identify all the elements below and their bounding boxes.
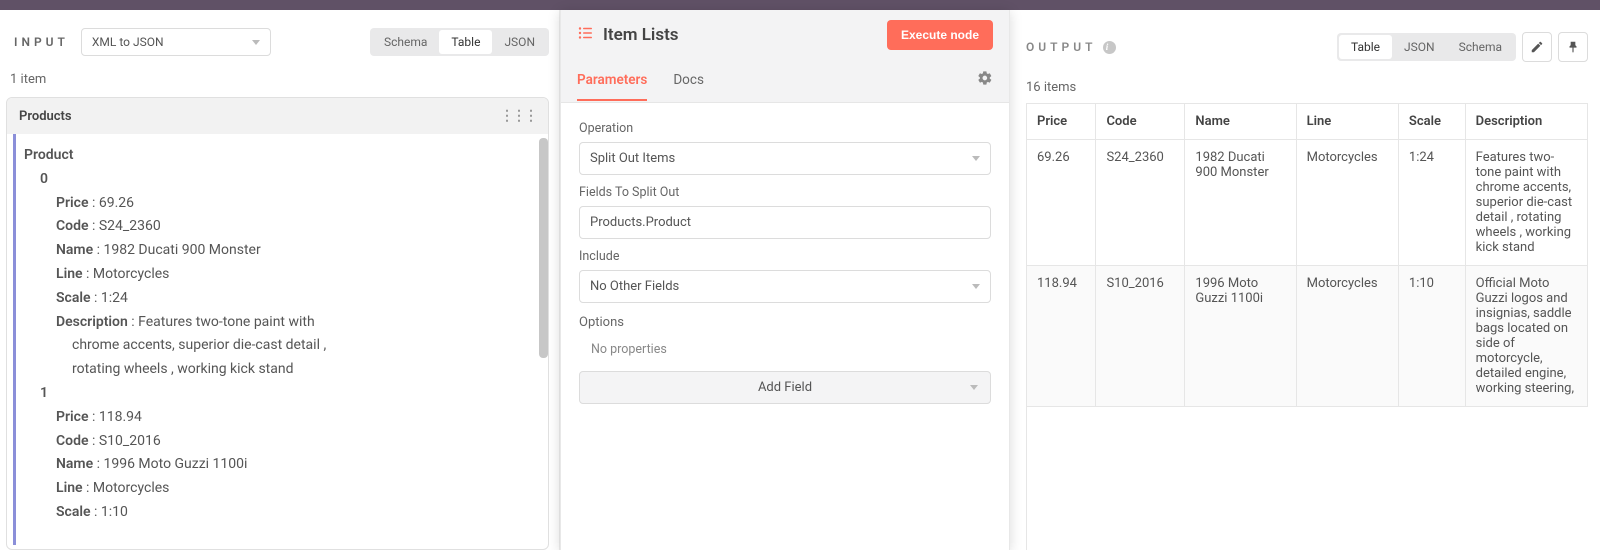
input-item-count: 1 item <box>6 68 549 93</box>
operation-label: Operation <box>579 121 991 136</box>
tree-index: 0 <box>40 171 48 187</box>
fields-split-label: Fields To Split Out <box>579 185 991 200</box>
cell-name: 1982 Ducati 900 Monster <box>1185 140 1296 266</box>
execute-node-button[interactable]: Execute node <box>887 20 993 50</box>
tree-val: 1996 Moto Guzzi 1100i <box>103 456 247 472</box>
fields-split-input[interactable]: Products.Product <box>579 206 991 239</box>
app-chrome <box>0 0 1600 10</box>
include-value: No Other Fields <box>590 279 679 294</box>
edit-button[interactable] <box>1522 32 1552 62</box>
operation-select[interactable]: Split Out Items <box>579 142 991 175</box>
add-field-button[interactable]: Add Field <box>579 371 991 404</box>
cell-scale: 1:24 <box>1398 140 1465 266</box>
input-root-label: Products <box>19 109 72 124</box>
fields-split-value: Products.Product <box>590 215 691 230</box>
tree-val: S10_2016 <box>99 433 161 449</box>
node-title: Item Lists <box>603 25 679 45</box>
tab-docs[interactable]: Docs <box>673 62 704 100</box>
table-row[interactable]: 118.94 S10_2016 1996 Moto Guzzi 1100i Mo… <box>1027 266 1588 407</box>
table-header-row: Price Code Name Line Scale Description <box>1027 104 1588 140</box>
cell-name: 1996 Moto Guzzi 1100i <box>1185 266 1296 407</box>
tree-val: 1982 Ducati 900 Monster <box>103 242 260 258</box>
cell-description: Features two-tone paint with chrome acce… <box>1465 140 1587 266</box>
output-title: OUTPUT <box>1026 40 1097 54</box>
operation-value: Split Out Items <box>590 151 675 166</box>
cell-scale: 1:10 <box>1398 266 1465 407</box>
cell-line: Motorcycles <box>1296 140 1398 266</box>
scrollbar[interactable] <box>539 138 548 358</box>
tree-val: Motorcycles <box>93 266 170 282</box>
options-label: Options <box>579 315 991 330</box>
col-description[interactable]: Description <box>1465 104 1587 140</box>
tree-val: 1:10 <box>101 504 128 520</box>
cell-line: Motorcycles <box>1296 266 1398 407</box>
info-icon[interactable]: i <box>1103 41 1116 54</box>
include-select[interactable]: No Other Fields <box>579 270 991 303</box>
cell-code: S10_2016 <box>1096 266 1185 407</box>
input-title: INPUT <box>6 29 77 55</box>
output-item-count: 16 items <box>1026 80 1588 95</box>
tree-val: Motorcycles <box>93 480 170 496</box>
input-view-schema[interactable]: Schema <box>372 30 439 54</box>
output-panel: OUTPUT i Table JSON Schema 16 items <box>1010 10 1600 550</box>
cell-price: 118.94 <box>1027 266 1096 407</box>
input-tree[interactable]: Product 0 Price : 69.26 Code : S24_2360 … <box>13 134 548 545</box>
chevron-down-icon <box>972 284 980 289</box>
tree-index: 1 <box>40 385 48 401</box>
input-panel: INPUT XML to JSON Schema Table JSON 1 it… <box>0 10 560 550</box>
col-line[interactable]: Line <box>1296 104 1398 140</box>
tree-desc: chrome accents, superior die-cast detail… <box>72 334 372 382</box>
no-properties-label: No properties <box>579 336 991 363</box>
table-row[interactable]: 69.26 S24_2360 1982 Ducati 900 Monster M… <box>1027 140 1588 266</box>
col-price[interactable]: Price <box>1027 104 1096 140</box>
pin-button[interactable] <box>1558 32 1588 62</box>
grip-icon[interactable]: ⋮⋮⋮ <box>500 108 536 124</box>
output-view-json[interactable]: JSON <box>1392 35 1447 59</box>
output-view-table[interactable]: Table <box>1339 35 1392 59</box>
list-icon <box>577 24 595 47</box>
col-code[interactable]: Code <box>1096 104 1185 140</box>
output-view-schema[interactable]: Schema <box>1447 35 1514 59</box>
cell-code: S24_2360 <box>1096 140 1185 266</box>
col-name[interactable]: Name <box>1185 104 1296 140</box>
input-view-table[interactable]: Table <box>439 30 492 54</box>
cell-price: 69.26 <box>1027 140 1096 266</box>
tree-product-label: Product <box>24 147 73 163</box>
gear-icon[interactable] <box>977 60 993 102</box>
output-table[interactable]: Price Code Name Line Scale Description 6… <box>1026 103 1588 550</box>
input-view-toggle: Schema Table JSON <box>370 28 549 56</box>
chevron-down-icon <box>252 40 260 45</box>
output-view-toggle: Table JSON Schema <box>1337 33 1516 61</box>
input-source-select[interactable]: XML to JSON <box>81 28 271 56</box>
chevron-down-icon <box>970 385 978 390</box>
tree-val: 1:24 <box>101 290 128 306</box>
tree-val: 69.26 <box>99 195 134 211</box>
col-scale[interactable]: Scale <box>1398 104 1465 140</box>
chevron-down-icon <box>972 156 980 161</box>
add-field-label: Add Field <box>758 380 812 395</box>
node-config-panel: Item Lists Execute node Parameters Docs … <box>560 10 1010 550</box>
input-source-select-value: XML to JSON <box>92 35 164 49</box>
tree-val: 118.94 <box>99 409 142 425</box>
input-view-json[interactable]: JSON <box>492 30 547 54</box>
cell-description: Official Moto Guzzi logos and insignias,… <box>1465 266 1587 407</box>
tab-parameters[interactable]: Parameters <box>577 62 647 100</box>
include-label: Include <box>579 249 991 264</box>
tree-val: S24_2360 <box>99 218 161 234</box>
